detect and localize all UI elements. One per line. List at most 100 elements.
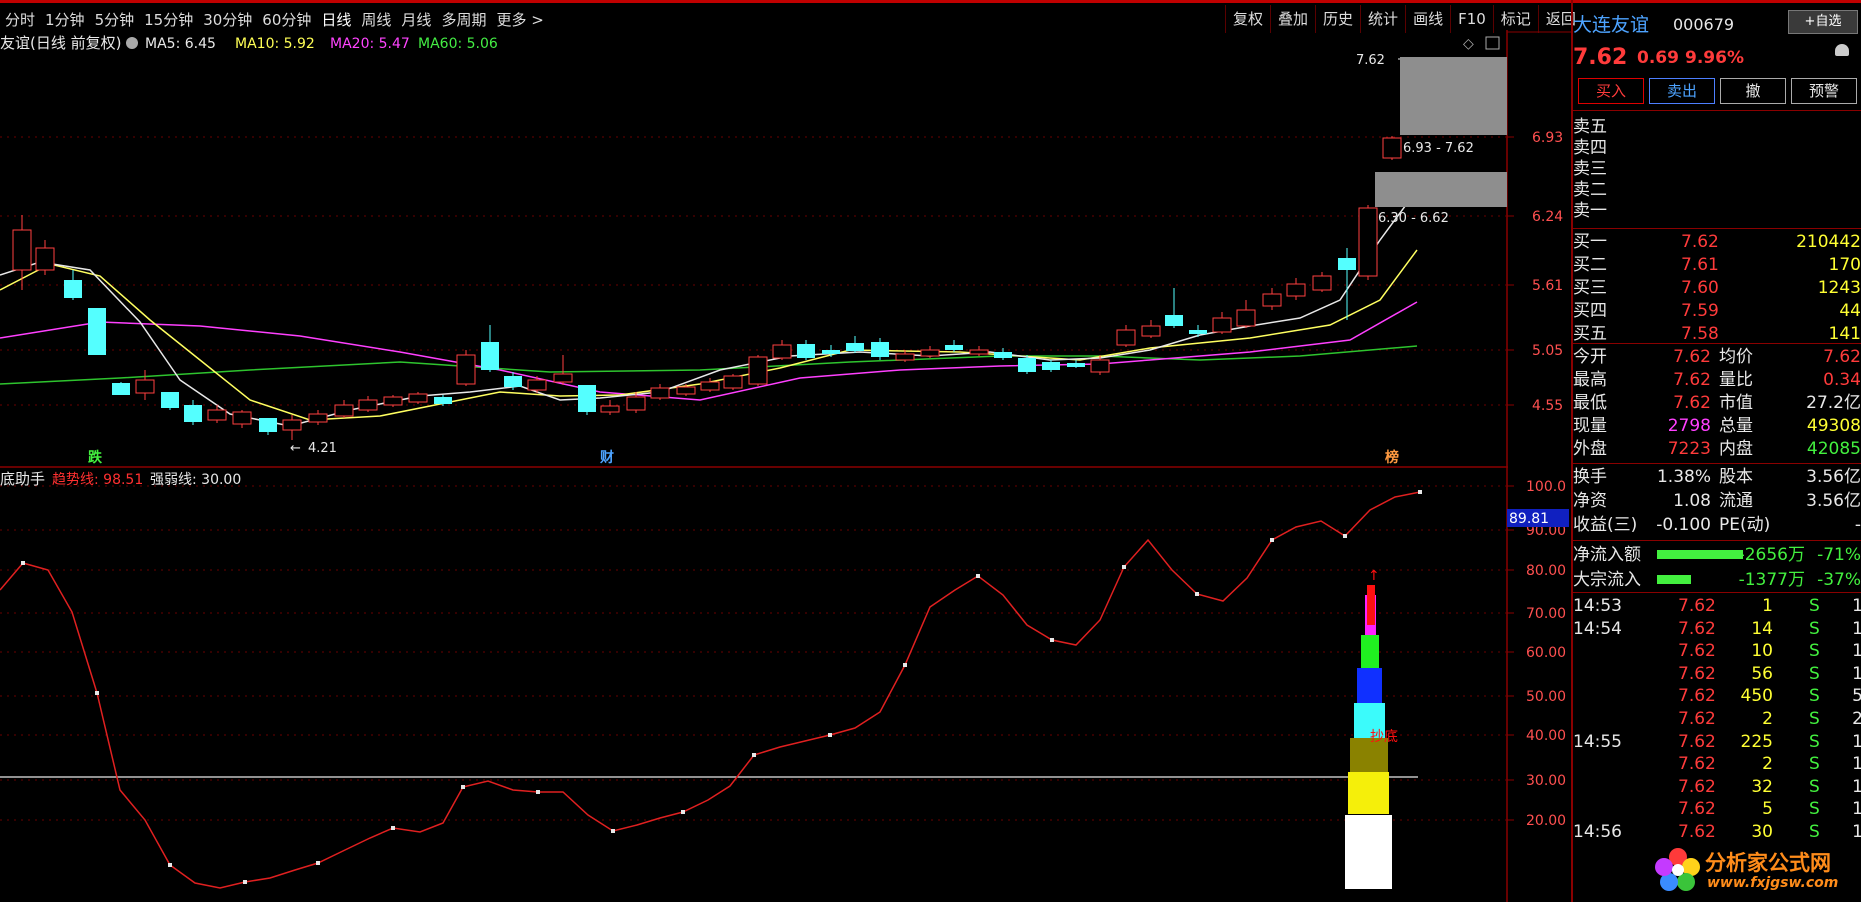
period-tab[interactable]: 更多 > — [491, 9, 548, 30]
candle-body — [161, 392, 179, 408]
trend-line — [0, 491, 1421, 889]
period-tab[interactable]: 15分钟 — [139, 9, 198, 30]
candle-body — [456, 354, 476, 385]
cancel-order-button[interactable]: 撤 — [1720, 78, 1786, 104]
tick-row[interactable]: 7.62 10 S 1 — [1573, 640, 1861, 662]
tick-row[interactable]: 7.62 56 S 1 — [1573, 663, 1861, 685]
period-tab[interactable]: 日线 — [316, 9, 356, 30]
trend-point — [1122, 565, 1126, 569]
stat-label: 收益(三) — [1573, 515, 1638, 535]
tick-count: 1 — [1852, 596, 1861, 616]
kline-chart[interactable]: 6.936.245.615.054.55100.090.0080.0070.00… — [0, 30, 1571, 902]
ask-label: 卖三 — [1573, 159, 1607, 179]
tick-volume: 30 — [1751, 822, 1773, 842]
candle-body — [1189, 330, 1207, 334]
event-marker[interactable]: 跌 — [88, 450, 103, 466]
divider — [1573, 343, 1861, 344]
tick-time: 14:54 — [1573, 618, 1622, 639]
tick-price: 7.62 — [1678, 709, 1716, 729]
tick-row[interactable]: 14:53 7.62 1 S 1 — [1573, 595, 1861, 617]
tick-volume: 14 — [1751, 618, 1773, 639]
buy-button[interactable]: 买入 — [1578, 78, 1644, 104]
period-tab[interactable]: 周线 — [356, 9, 396, 30]
trend-point — [536, 790, 540, 794]
period-tab[interactable]: 60分钟 — [257, 9, 316, 30]
flow-label: 大宗流入 — [1573, 570, 1641, 590]
tick-time: 14:53 — [1573, 596, 1622, 616]
tick-row[interactable]: 14:54 7.62 14 S 1 — [1573, 618, 1861, 640]
tick-volume: 10 — [1751, 641, 1773, 662]
period-tab[interactable]: 月线 — [396, 9, 436, 30]
current-value-label: 89.81 — [1509, 511, 1549, 527]
tick-row[interactable]: 7.62 2 S 2 — [1573, 708, 1861, 730]
toolbar-button[interactable]: 画线 — [1405, 5, 1450, 33]
tick-side: S — [1809, 663, 1820, 684]
period-tab[interactable]: 1分钟 — [40, 9, 90, 30]
indicator-tick-label: 40.00 — [1526, 728, 1566, 744]
price-tick-label: 4.55 — [1532, 398, 1563, 414]
flow-label: 净流入额 — [1573, 545, 1641, 565]
signal-block — [1361, 635, 1379, 668]
settings-icon[interactable] — [126, 37, 138, 49]
stat-label: PE(动) — [1719, 515, 1771, 535]
tick-row[interactable]: 7.62 5 S 1 — [1573, 798, 1861, 820]
period-tab[interactable]: 30分钟 — [198, 9, 257, 30]
toolbar-button[interactable]: 标记 — [1492, 5, 1538, 33]
stat-label: 内盘 — [1719, 439, 1753, 459]
tick-volume: 5 — [1762, 799, 1773, 820]
toolbar-button[interactable]: 复权 — [1225, 5, 1270, 33]
tick-count: 1 — [1852, 822, 1861, 842]
tick-count: 1 — [1852, 776, 1861, 797]
stat-value: 42085 — [1806, 439, 1861, 459]
tick-row[interactable]: 7.62 32 S 1 — [1573, 776, 1861, 798]
toggle-icon[interactable]: ◇ — [1463, 36, 1474, 52]
candle-body — [64, 280, 82, 298]
tick-row[interactable]: 7.62 2 S 1 — [1573, 753, 1861, 775]
period-tab[interactable]: 5分钟 — [90, 9, 140, 30]
candle-body — [723, 375, 743, 389]
trend-point — [1418, 490, 1422, 494]
tick-row[interactable]: 14:55 7.62 225 S 1 — [1573, 731, 1861, 753]
flow-value: -2656万 — [1738, 545, 1805, 565]
tick-row[interactable]: 7.62 450 S 5 — [1573, 685, 1861, 707]
stat-label: 今开 — [1573, 347, 1607, 367]
sell-button[interactable]: 卖出 — [1649, 78, 1715, 104]
add-watchlist-button[interactable]: +自选 — [1788, 10, 1858, 34]
tick-volume: 225 — [1740, 731, 1773, 752]
tick-time: 14:55 — [1573, 731, 1622, 752]
tick-price: 7.62 — [1678, 596, 1716, 616]
stat-row: 换手 1.38% 股本 3.56亿 — [1573, 466, 1861, 488]
event-marker[interactable]: 财 — [599, 449, 614, 466]
stat-row: 最高 7.62 量比 0.34 — [1573, 369, 1861, 391]
stat-label: 均价 — [1719, 347, 1753, 367]
zone-label: 6.30 - 6.62 — [1378, 211, 1449, 226]
candle-body — [308, 413, 328, 423]
tick-row[interactable]: 14:56 7.62 30 S 1 — [1573, 821, 1861, 843]
candle-body — [676, 386, 696, 395]
alert-button[interactable]: 预警 — [1791, 78, 1857, 104]
bid-price: 7.58 — [1681, 324, 1719, 344]
panel-icon[interactable] — [1485, 36, 1500, 50]
tick-volume: 450 — [1740, 686, 1773, 707]
tick-side: S — [1809, 754, 1820, 775]
period-tab[interactable]: 多周期 — [436, 9, 491, 30]
toolbar-button[interactable]: F10 — [1450, 5, 1493, 33]
price-tick-label: 6.24 — [1532, 209, 1563, 225]
tick-count: 1 — [1852, 799, 1861, 820]
last-price: 7.62 — [1573, 45, 1628, 70]
tick-side: S — [1809, 776, 1820, 797]
toolbar-button[interactable]: 统计 — [1360, 5, 1405, 33]
flow-row: 净流入额 -2656万 -71% — [1573, 544, 1861, 566]
toolbar-button[interactable]: 叠加 — [1270, 5, 1315, 33]
candle-body — [994, 352, 1012, 358]
period-tab[interactable]: 分时 — [0, 9, 40, 30]
stat-label: 流通 — [1719, 491, 1753, 511]
ma-legend: MA10: 5.92 — [235, 36, 315, 52]
indicator-tick-label: 70.00 — [1526, 606, 1566, 622]
candle-body — [871, 342, 889, 357]
event-marker[interactable]: 榜 — [1385, 449, 1399, 466]
stat-value: 2798 — [1667, 416, 1711, 436]
tick-count: 1 — [1852, 663, 1861, 684]
candle-body — [1042, 362, 1060, 370]
toolbar-button[interactable]: 历史 — [1315, 5, 1360, 33]
